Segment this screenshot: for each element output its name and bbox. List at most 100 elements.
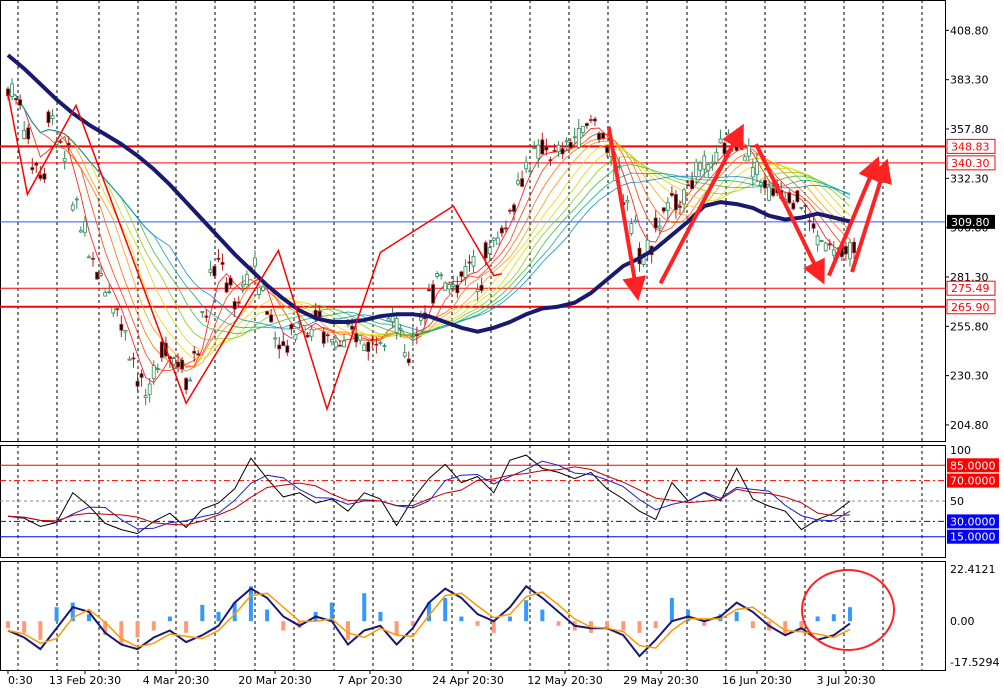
candle-body bbox=[172, 358, 176, 365]
candle-body bbox=[321, 331, 326, 344]
x-axis-label: 13 Feb 20:30 bbox=[49, 674, 121, 686]
candle-body bbox=[228, 277, 233, 286]
candle-body bbox=[483, 242, 488, 259]
candle-body bbox=[386, 318, 391, 322]
candle-body bbox=[665, 202, 670, 211]
candle-body bbox=[265, 311, 269, 315]
candle-body bbox=[722, 142, 727, 155]
macd-histogram-bar bbox=[459, 616, 464, 622]
candle-body bbox=[674, 194, 678, 211]
candle-body bbox=[548, 159, 553, 162]
candle-body bbox=[742, 156, 747, 161]
macd-histogram-bar bbox=[184, 621, 189, 633]
candle-body bbox=[244, 274, 249, 285]
x-axis-label: 0:30 bbox=[8, 674, 33, 686]
candle-body bbox=[253, 257, 257, 267]
price-axis-label: 357.80 bbox=[950, 123, 989, 136]
macd-axis-label: 0.00 bbox=[950, 615, 975, 628]
candle-body bbox=[633, 219, 638, 223]
candle-body bbox=[317, 310, 322, 318]
macd-histogram-bar bbox=[265, 609, 270, 622]
candle-body bbox=[87, 256, 91, 259]
candle-body bbox=[147, 383, 152, 395]
candle-body bbox=[111, 306, 116, 314]
candle-body bbox=[269, 314, 274, 323]
candle-body bbox=[544, 146, 549, 151]
candle-body bbox=[366, 341, 371, 352]
candle-body bbox=[34, 162, 39, 166]
candle-body bbox=[532, 147, 537, 149]
candle-body bbox=[750, 167, 755, 178]
candle-body bbox=[402, 352, 407, 357]
candle-body bbox=[342, 340, 346, 348]
candle-body bbox=[325, 334, 330, 337]
macd-histogram-bar bbox=[475, 621, 480, 626]
ma-ribbon-line bbox=[7, 89, 851, 351]
candle-body bbox=[738, 146, 743, 149]
candle-body bbox=[338, 344, 342, 347]
candle-body bbox=[139, 373, 144, 378]
candle-body bbox=[38, 174, 43, 179]
macd-histogram-bar bbox=[556, 621, 561, 626]
macd-histogram-bar bbox=[216, 611, 221, 622]
ma-ribbon-line bbox=[7, 89, 851, 384]
ma-ribbon-line bbox=[7, 89, 851, 341]
candle-body bbox=[46, 111, 51, 123]
candle-body bbox=[795, 190, 800, 203]
candle-body bbox=[584, 123, 589, 127]
candle-body bbox=[406, 358, 411, 364]
candle-body bbox=[382, 345, 387, 348]
x-axis-label: 3 Jul 20:30 bbox=[817, 674, 876, 686]
annotation-arrow bbox=[754, 143, 825, 285]
candle-body bbox=[605, 146, 610, 153]
candle-body bbox=[661, 207, 666, 212]
candle-body bbox=[374, 343, 379, 346]
candle-body bbox=[528, 170, 533, 173]
candle-body bbox=[759, 182, 763, 186]
candle-body bbox=[123, 330, 128, 333]
candle-body bbox=[91, 257, 95, 260]
candle-body bbox=[471, 256, 476, 267]
candle-body bbox=[236, 301, 241, 304]
candle-body bbox=[192, 350, 197, 354]
candle-body bbox=[479, 284, 484, 291]
candle-body bbox=[576, 128, 581, 148]
candle-body bbox=[718, 138, 723, 144]
macd-panel-frame bbox=[0, 561, 946, 671]
macd-histogram-bar bbox=[621, 621, 626, 631]
chart-svg: 408.80383.30357.80332.30306.80281.30255.… bbox=[0, 0, 999, 687]
macd-histogram-bar bbox=[507, 616, 512, 622]
candle-body bbox=[455, 284, 460, 294]
candle-body bbox=[293, 334, 298, 340]
candle-body bbox=[625, 199, 630, 203]
candle-body bbox=[224, 282, 229, 293]
candle-body bbox=[669, 193, 674, 196]
candle-body bbox=[645, 239, 650, 253]
macd-histogram-bar bbox=[151, 621, 156, 631]
candle-body bbox=[184, 378, 189, 391]
ma-ribbon-line bbox=[7, 89, 851, 360]
candle-body bbox=[726, 133, 731, 140]
price-axis-label: 332.30 bbox=[950, 172, 989, 185]
macd-histogram-bar bbox=[605, 621, 610, 629]
candle-body bbox=[819, 240, 824, 242]
candle-body bbox=[62, 158, 67, 162]
candle-body bbox=[378, 342, 383, 344]
candle-body bbox=[370, 338, 375, 341]
price-axis-label: 383.30 bbox=[950, 74, 989, 87]
candle-body bbox=[107, 291, 112, 294]
candle-body bbox=[50, 115, 55, 119]
candle-body bbox=[354, 333, 359, 343]
candle-body bbox=[451, 284, 456, 287]
macd-histogram-bar bbox=[669, 597, 674, 622]
candle-body bbox=[807, 220, 812, 223]
candle-body bbox=[540, 139, 545, 155]
macd-histogram-bar bbox=[783, 621, 788, 636]
candle-body bbox=[694, 161, 699, 178]
candle-body bbox=[754, 161, 759, 175]
candle-body bbox=[803, 204, 808, 207]
chart-root: 408.80383.30357.80332.30306.80281.30255.… bbox=[0, 0, 1004, 687]
macd-histogram-bar bbox=[378, 611, 383, 622]
candle-body bbox=[593, 118, 597, 122]
candle-body bbox=[443, 282, 448, 291]
